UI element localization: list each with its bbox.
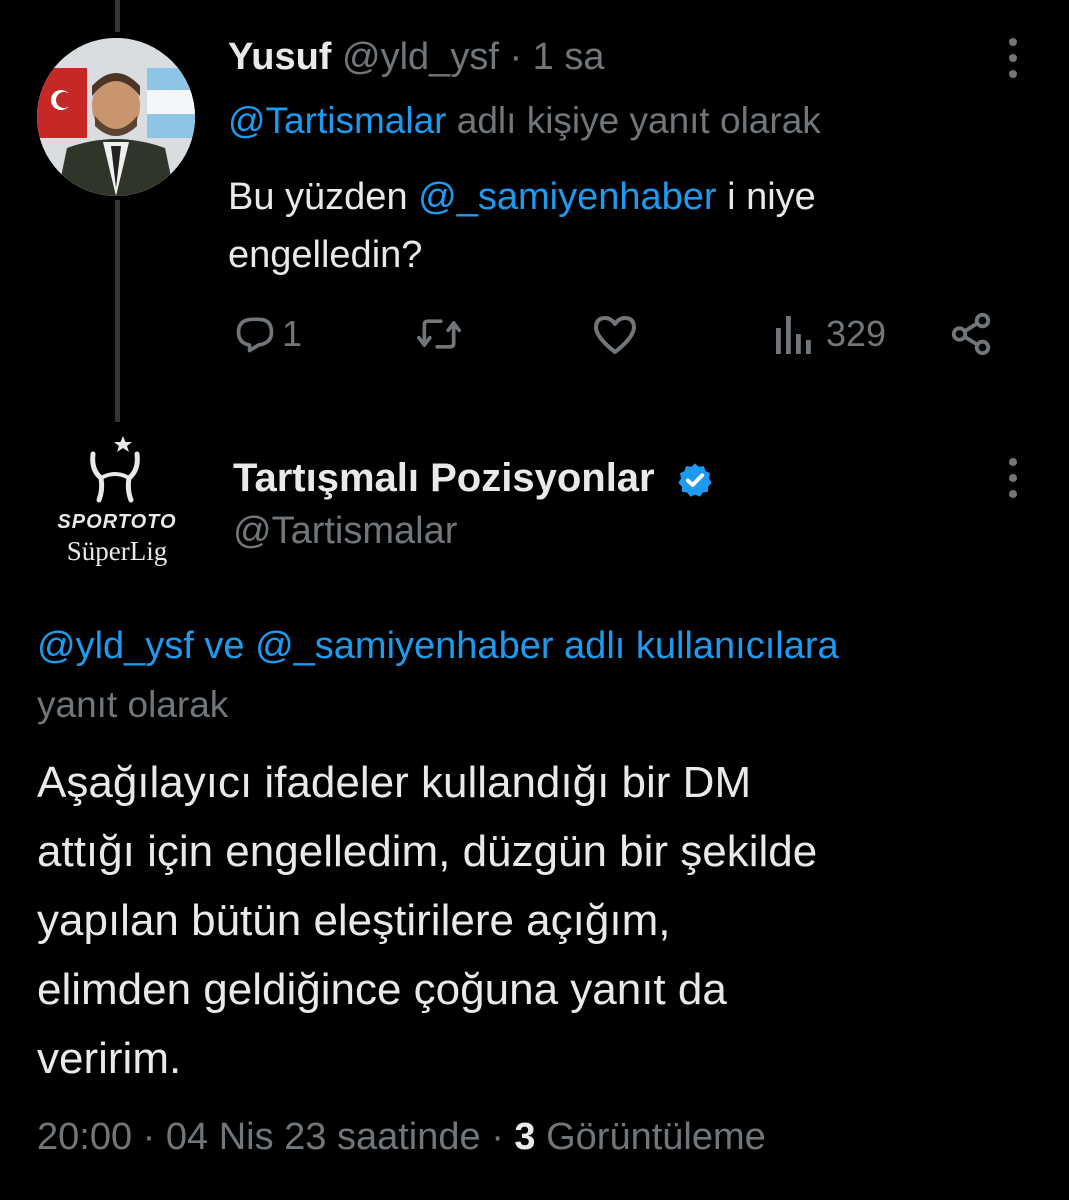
views-button[interactable]: 329 xyxy=(774,312,886,356)
thread-line-top xyxy=(115,0,120,32)
view-count: 329 xyxy=(826,313,887,354)
tweet-text-prefix: Bu yüzden xyxy=(228,176,408,218)
separator: · xyxy=(491,1116,504,1158)
tweet-text-suffix: i niye xyxy=(727,176,816,218)
tweet-text-line: elimden geldiğince çoğuna yanıt da xyxy=(37,965,727,1014)
tweet-text-line: yapılan bütün eleştirilere açığım, xyxy=(37,896,671,945)
tweet-text: Bu yüzden @_samiyenhaber i niye engelled… xyxy=(228,168,816,284)
share-button[interactable] xyxy=(948,310,994,358)
like-button[interactable] xyxy=(591,312,639,356)
display-name[interactable]: Yusuf xyxy=(228,36,331,78)
avatar[interactable] xyxy=(37,38,195,196)
tweet-text-line: Aşağılayıcı ifadeler kullandığı bir DM xyxy=(37,758,752,807)
like-icon xyxy=(594,316,636,354)
avatar-logo-top: SPORTOTO xyxy=(57,511,177,533)
thread-line-connector xyxy=(115,200,120,422)
verified-badge-icon xyxy=(678,463,712,498)
relative-time[interactable]: 1 sa xyxy=(533,36,605,78)
tweet-mention[interactable]: @_samiyenhaber xyxy=(418,176,716,218)
tweet-text-line2: engelledin? xyxy=(228,234,423,276)
tweet-text-line: veririm. xyxy=(37,1034,182,1083)
reply-to-suffix: adlı kişiye yanıt olarak xyxy=(456,100,821,141)
view-count: 3 xyxy=(514,1116,536,1158)
views-icon xyxy=(776,316,811,354)
author-header: Tartışmalı Pozisyonlar xyxy=(233,456,714,501)
retweet-button[interactable] xyxy=(414,312,464,356)
avatar-logo-bottom: SüperLig xyxy=(66,536,168,566)
reply-suffix: yanıt olarak xyxy=(37,684,229,725)
retweet-icon xyxy=(417,319,461,349)
user-handle[interactable]: @Tartismalar xyxy=(233,510,457,553)
reply-to-mention[interactable]: @Tartismalar xyxy=(228,100,446,141)
avatar-photo xyxy=(37,38,195,196)
reply-button[interactable]: 1 xyxy=(232,312,302,356)
reply-header: Yusuf @yld_ysf · 1 sa xyxy=(228,36,604,79)
more-icon[interactable] xyxy=(1003,458,1023,498)
view-label: Görüntüleme xyxy=(546,1116,766,1158)
reply-mentions[interactable]: @yld_ysf ve @_samiyenhaber adlı kullanıc… xyxy=(37,625,839,668)
separator: · xyxy=(509,36,523,78)
display-name[interactable]: Tartışmalı Pozisyonlar xyxy=(233,456,655,500)
timestamp[interactable]: 20:00 · 04 Nis 23 saatinde xyxy=(37,1116,481,1158)
reply-icon xyxy=(236,317,274,353)
more-icon[interactable] xyxy=(1003,38,1023,78)
user-handle[interactable]: @yld_ysf xyxy=(342,36,499,78)
tweet-text-line: attığı için engelledim, düzgün bir şekil… xyxy=(37,827,818,876)
tweet-text: Aşağılayıcı ifadeler kullandığı bir DM a… xyxy=(37,748,817,1093)
reply-count: 1 xyxy=(282,313,303,354)
tweet-meta: 20:00 · 04 Nis 23 saatinde · 3 Görüntüle… xyxy=(37,1116,766,1159)
replying-to: @Tartismalar adlı kişiye yanıt olarak xyxy=(228,100,821,142)
share-icon xyxy=(951,312,991,356)
